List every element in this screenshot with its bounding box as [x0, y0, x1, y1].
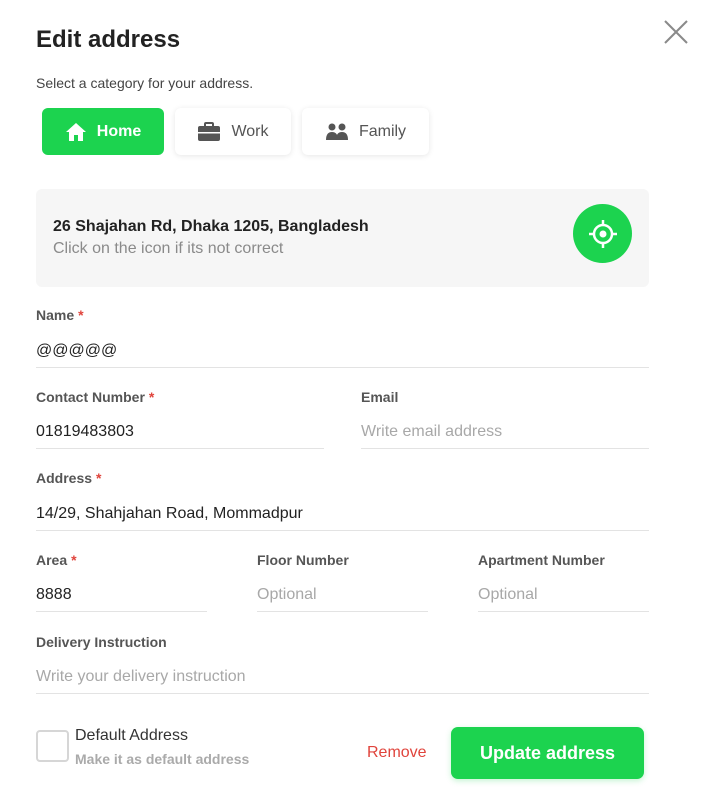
category-family-button[interactable]: Family — [302, 108, 429, 155]
email-input[interactable] — [361, 415, 649, 449]
detected-location-panel: 26 Shajahan Rd, Dhaka 1205, Bangladesh C… — [36, 189, 649, 287]
floor-number-label: Floor Number — [257, 552, 349, 568]
locate-me-button[interactable] — [573, 204, 632, 263]
apartment-number-label: Apartment Number — [478, 552, 605, 568]
required-marker: * — [148, 389, 155, 405]
home-icon — [65, 122, 86, 141]
category-work-button[interactable]: Work — [175, 108, 291, 155]
modal-title: Edit address — [36, 26, 181, 53]
category-family-label: Family — [358, 122, 407, 140]
address-label-text: Address — [36, 470, 93, 486]
users-icon — [325, 123, 348, 140]
email-label: Email — [361, 389, 399, 405]
apartment-number-input[interactable] — [478, 578, 649, 612]
required-marker: * — [78, 307, 84, 323]
close-button[interactable] — [662, 18, 690, 46]
contact-number-label: Contact Number * — [36, 389, 154, 405]
edit-address-modal: Edit address Select a category for your … — [0, 0, 707, 808]
category-prompt: Select a category for your address. — [36, 75, 254, 91]
default-address-label: Default Address — [75, 727, 188, 744]
required-marker: * — [96, 470, 102, 486]
delivery-instruction-label: Delivery Instruction — [36, 634, 167, 650]
name-label: Name * — [36, 307, 84, 323]
crosshair-icon — [588, 219, 617, 248]
name-label-text: Name — [36, 307, 75, 323]
name-input[interactable] — [36, 334, 649, 368]
remove-button[interactable]: Remove — [367, 744, 427, 762]
category-home-button[interactable]: Home — [42, 108, 164, 155]
close-icon — [664, 20, 688, 44]
location-hint: Click on the icon if its not correct — [53, 240, 284, 257]
default-address-sublabel: Make it as default address — [75, 751, 250, 767]
briefcase-icon — [198, 121, 221, 141]
default-address-checkbox[interactable] — [36, 730, 69, 762]
category-home-label: Home — [96, 122, 142, 140]
address-input[interactable] — [36, 497, 649, 531]
detected-address: 26 Shajahan Rd, Dhaka 1205, Bangladesh — [53, 218, 369, 235]
category-work-label: Work — [231, 122, 269, 140]
contact-number-label-text: Contact Number — [36, 389, 145, 405]
floor-number-input[interactable] — [257, 578, 428, 612]
area-label-text: Area — [36, 552, 68, 568]
area-label: Area * — [36, 552, 77, 568]
contact-number-input[interactable] — [36, 415, 324, 449]
required-marker: * — [71, 552, 77, 568]
update-address-button[interactable]: Update address — [451, 727, 644, 779]
address-label: Address * — [36, 470, 101, 486]
area-input[interactable] — [36, 578, 207, 612]
delivery-instruction-input[interactable] — [36, 660, 649, 694]
